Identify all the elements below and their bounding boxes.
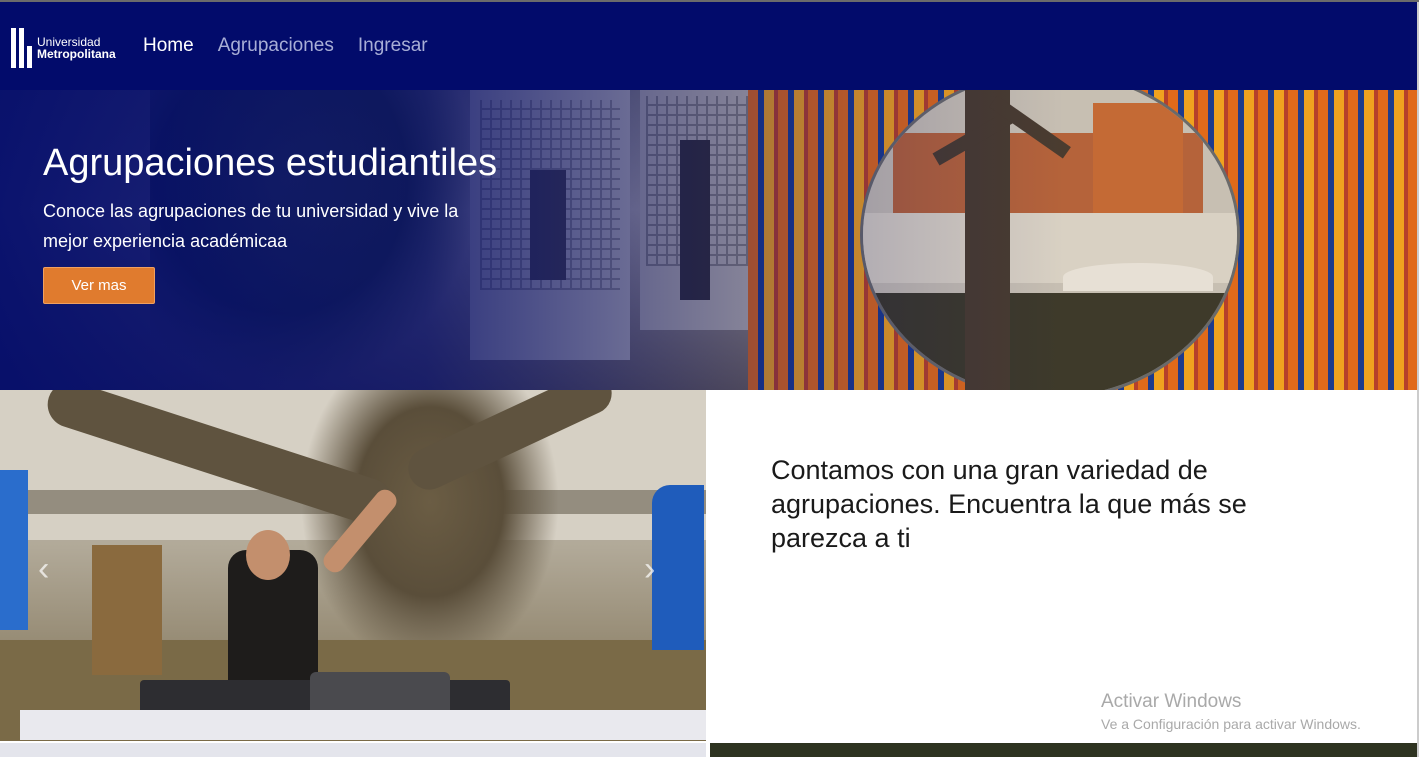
- navbar: Universidad Metropolitana Home Agrupacio…: [0, 2, 1419, 90]
- nav-link-home[interactable]: Home: [143, 35, 194, 57]
- hero-subtitle: Conoce las agrupaciones de tu universida…: [43, 201, 459, 251]
- ver-mas-button[interactable]: Ver mas: [43, 267, 155, 304]
- nav-link-ingresar[interactable]: Ingresar: [358, 35, 428, 57]
- next-section-left: [0, 743, 706, 757]
- info-text: Contamos con una gran variedad de agrupa…: [771, 455, 1247, 553]
- next-section-right-image: [710, 743, 1419, 757]
- hero-banner: Agrupaciones estudiantiles Conoce las ag…: [0, 90, 1419, 390]
- watermark-line-2: Ve a Configuración para activar Windows.: [1101, 716, 1361, 732]
- nav-link-agrupaciones[interactable]: Agrupaciones: [218, 35, 334, 57]
- logo-text: Universidad Metropolitana: [37, 36, 116, 60]
- logo-bars-icon: [11, 28, 32, 68]
- nav-links: Home Agrupaciones Ingresar: [143, 35, 428, 57]
- chevron-left-icon[interactable]: ‹: [38, 550, 49, 589]
- watermark-line-1: Activar Windows: [1101, 691, 1242, 712]
- carousel-image: [0, 390, 706, 741]
- hero-title: Agrupaciones estudiantiles: [43, 142, 498, 184]
- university-logo[interactable]: Universidad Metropolitana: [11, 27, 121, 69]
- windows-activation-watermark: Activar Windows Ve a Configuración para …: [1101, 690, 1361, 734]
- image-carousel: ‹ ›: [0, 390, 706, 741]
- logo-line-2: Metropolitana: [37, 47, 116, 61]
- chevron-right-icon[interactable]: ›: [644, 550, 655, 589]
